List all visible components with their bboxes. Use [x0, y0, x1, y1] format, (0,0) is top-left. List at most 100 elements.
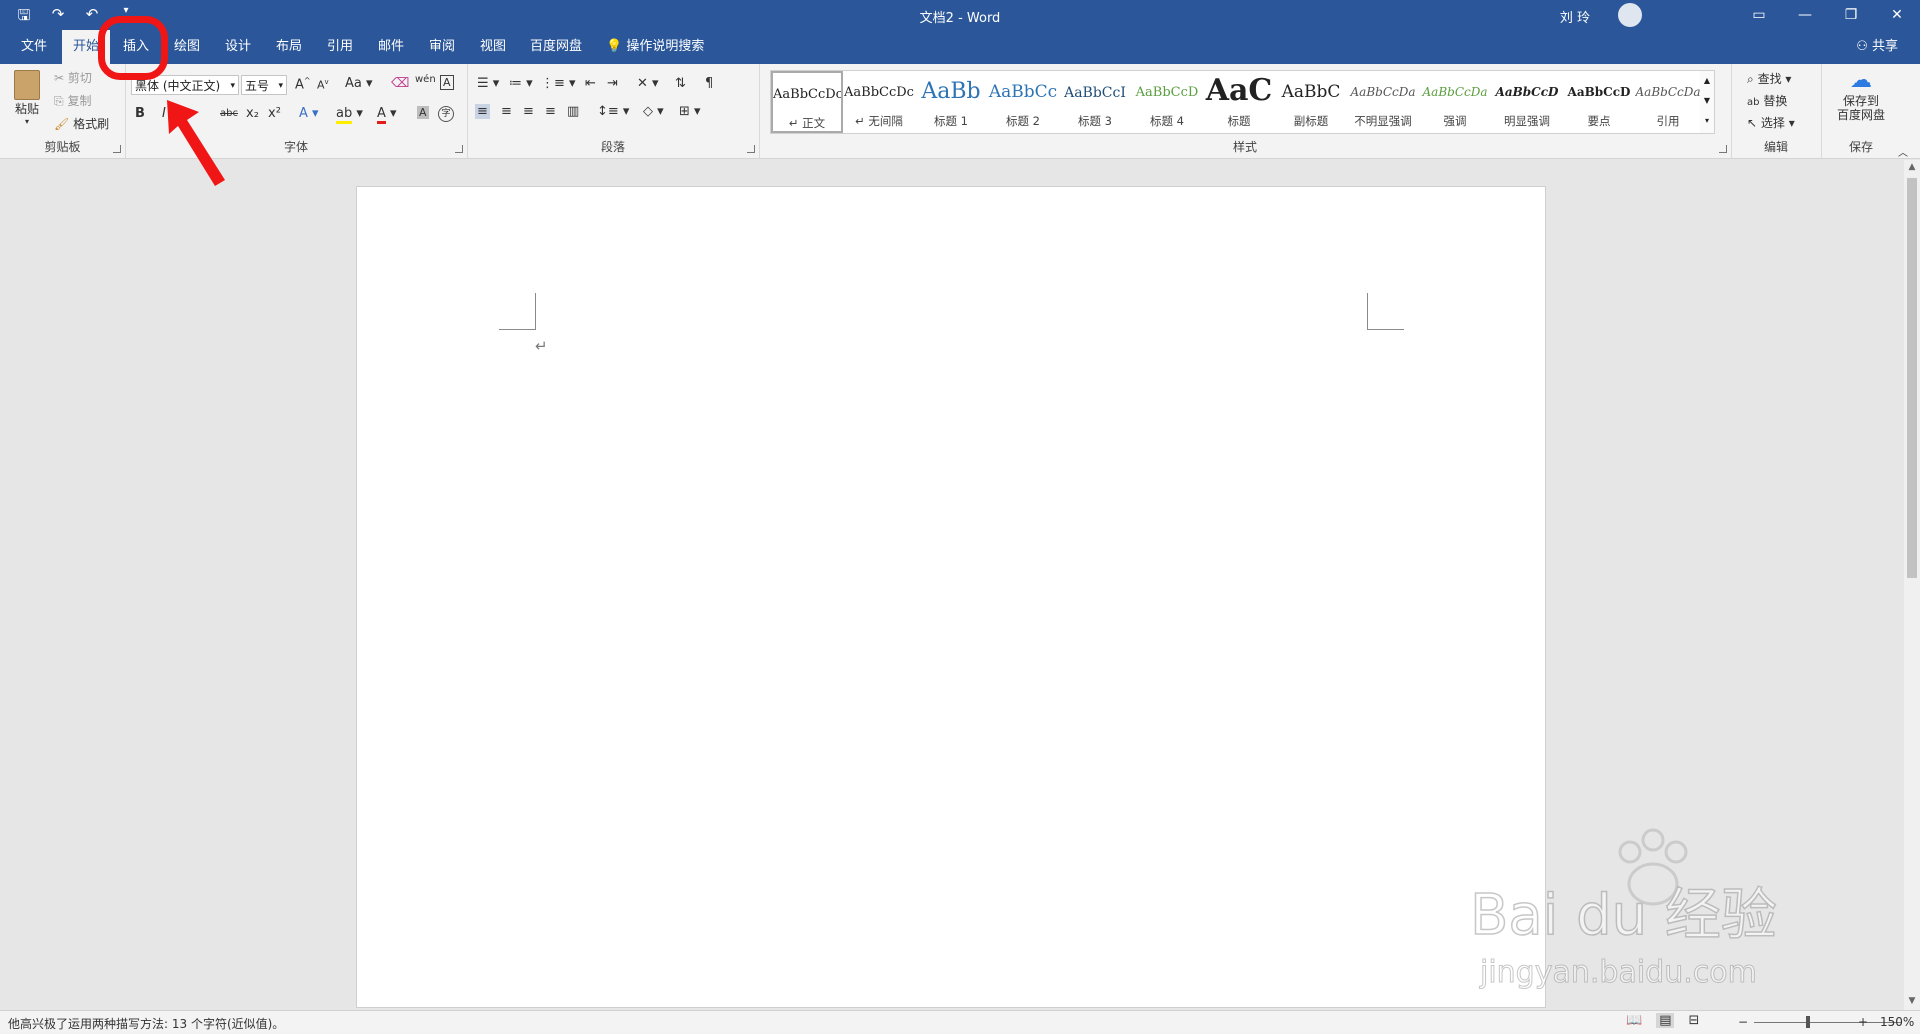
zoom-level[interactable]: 150% [1880, 1015, 1914, 1029]
save-to-netdisk-button[interactable]: ☁ 保存到 百度网盘 [1821, 68, 1901, 122]
style-subtle-emphasis[interactable]: AaBbCcDa 不明显强调 [1347, 71, 1419, 133]
align-right-icon[interactable]: ≡ [523, 104, 534, 119]
borders-icon[interactable]: ⊞ ▾ [679, 104, 701, 119]
expand-gallery-icon[interactable]: ▾ [1700, 111, 1714, 131]
style-name: ↵ 正文 [788, 116, 826, 130]
cut-button[interactable]: ✂ 剪切 [54, 69, 92, 86]
read-mode-icon[interactable]: 📖 [1626, 1013, 1642, 1028]
avatar[interactable] [1618, 3, 1642, 27]
close-icon[interactable]: ✕ [1874, 0, 1920, 30]
decrease-indent-icon[interactable]: ⇤ [585, 76, 596, 91]
collapse-ribbon-icon[interactable]: ︿ [1898, 144, 1908, 159]
asian-layout-icon[interactable]: ✕ ▾ [637, 76, 659, 91]
annotation-circle [98, 16, 168, 80]
tab-references[interactable]: 引用 [316, 30, 364, 64]
dialog-launcher-icon[interactable] [1719, 145, 1727, 153]
dialog-launcher-icon[interactable] [455, 145, 463, 153]
style-strong[interactable]: AaBbCcD 要点 [1563, 71, 1635, 133]
minimize-icon[interactable]: — [1782, 0, 1828, 30]
bold-icon[interactable]: B [135, 106, 145, 121]
align-left-icon[interactable]: ≡ [475, 104, 490, 119]
vertical-scrollbar[interactable]: ▲ ▼ [1904, 160, 1920, 1010]
tab-file[interactable]: 文件 [10, 30, 58, 64]
ribbon-display-icon[interactable]: ▭ [1736, 0, 1782, 30]
bullets-icon[interactable]: ☰ ▾ [477, 76, 499, 91]
shrink-font-icon[interactable]: Av [317, 78, 329, 92]
replace-button[interactable]: ab 替换 [1747, 92, 1787, 109]
style-no-spacing[interactable]: AaBbCcDc ↵ 无间隔 [843, 71, 915, 133]
select-button[interactable]: ↖ 选择 ▾ [1747, 114, 1795, 131]
text-effects-icon[interactable]: A ▾ [299, 106, 319, 121]
tell-me-search[interactable]: 💡 操作说明搜索 [606, 30, 704, 64]
shading-icon[interactable]: ◇ ▾ [643, 104, 664, 119]
character-border-icon[interactable]: A [440, 75, 454, 90]
numbering-icon[interactable]: ≔ ▾ [509, 76, 533, 91]
show-marks-icon[interactable]: ¶ [705, 76, 713, 91]
tab-design[interactable]: 设计 [214, 30, 262, 64]
tab-layout[interactable]: 布局 [265, 30, 313, 64]
sort-icon[interactable]: ⇅ [675, 76, 686, 91]
chevron-down-icon[interactable]: ▼ [1700, 91, 1714, 111]
format-painter-button[interactable]: 🖌 格式刷 [54, 115, 109, 132]
replace-label: 替换 [1763, 94, 1788, 108]
tab-draw[interactable]: 绘图 [163, 30, 211, 64]
style-preview: AaC [1205, 73, 1273, 108]
zoom-slider-knob[interactable] [1806, 1016, 1810, 1028]
style-heading-1[interactable]: AaBb 标题 1 [915, 71, 987, 133]
style-heading-4[interactable]: AaBbCcD 标题 4 [1131, 71, 1203, 133]
style-heading-3[interactable]: AaBbCcI 标题 3 [1059, 71, 1131, 133]
chevron-up-icon[interactable]: ▲ [1700, 71, 1714, 91]
font-color-icon[interactable]: A ▾ [377, 106, 397, 124]
tab-view[interactable]: 视图 [469, 30, 517, 64]
tab-review[interactable]: 审阅 [418, 30, 466, 64]
styles-gallery: AaBbCcDc ↵ 正文 AaBbCcDc ↵ 无间隔 AaBb 标题 1 AaBb… [770, 70, 1702, 134]
distributed-icon[interactable]: ▥ [567, 104, 579, 119]
character-shading-icon[interactable]: A [417, 106, 429, 119]
line-spacing-icon[interactable]: ↕≡ ▾ [597, 104, 629, 119]
scroll-thumb[interactable] [1907, 178, 1917, 578]
zoom-out-button[interactable]: − [1738, 1015, 1748, 1029]
share-button[interactable]: ⚇ 共享 [1856, 30, 1898, 64]
style-heading-2[interactable]: AaBbCc 标题 2 [987, 71, 1059, 133]
style-name: ↵ 无间隔 [855, 114, 903, 128]
clear-formatting-icon[interactable]: ⌫ [391, 76, 409, 91]
scroll-up-icon[interactable]: ▲ [1904, 162, 1920, 172]
subscript-icon[interactable]: x₂ [246, 106, 259, 121]
group-editing: ⌕ 查找 ▾ ab 替换 ↖ 选择 ▾ 编辑 [1731, 64, 1822, 158]
align-center-icon[interactable]: ≡ [501, 104, 512, 119]
paste-button[interactable]: 粘贴 ▾ [12, 70, 42, 126]
find-button[interactable]: ⌕ 查找 ▾ [1747, 70, 1791, 87]
tab-baidu-netdisk[interactable]: 百度网盘 [522, 30, 590, 64]
style-intense-emphasis[interactable]: AaBbCcD 明显强调 [1491, 71, 1563, 133]
grow-font-icon[interactable]: A^ [295, 76, 311, 92]
gallery-scroll[interactable]: ▲ ▼ ▾ [1700, 70, 1715, 134]
restore-icon[interactable]: ❐ [1828, 0, 1874, 30]
highlight-color-icon[interactable]: ab ▾ [336, 106, 363, 124]
copy-button[interactable]: ⎘ 复制 [54, 92, 91, 109]
justify-icon[interactable]: ≡ [545, 104, 556, 119]
dialog-launcher-icon[interactable] [747, 145, 755, 153]
enclose-characters-icon[interactable]: 字 [438, 106, 454, 122]
lightbulb-icon: 💡 [606, 39, 623, 54]
scroll-down-icon[interactable]: ▼ [1904, 996, 1920, 1006]
change-case-button[interactable]: Aa ▾ [345, 76, 373, 91]
print-layout-icon[interactable]: ▤ [1656, 1013, 1675, 1028]
multilevel-list-icon[interactable]: ⋮≡ ▾ [541, 76, 576, 91]
phonetic-guide-icon[interactable]: wén [415, 74, 436, 85]
increase-indent-icon[interactable]: ⇥ [607, 76, 618, 91]
style-subtitle[interactable]: AaBbC 副标题 [1275, 71, 1347, 133]
share-label: 共享 [1871, 39, 1898, 54]
tab-mailings[interactable]: 邮件 [367, 30, 415, 64]
group-clipboard: 粘贴 ▾ ✂ 剪切 ⎘ 复制 🖌 格式刷 剪贴板 [0, 64, 126, 158]
document-page[interactable] [356, 186, 1546, 1008]
web-layout-icon[interactable]: ⊟ [1688, 1013, 1699, 1028]
dialog-launcher-icon[interactable] [113, 145, 121, 153]
superscript-icon[interactable]: x² [268, 106, 281, 121]
style-normal[interactable]: AaBbCcDc ↵ 正文 [771, 71, 843, 133]
font-size-select[interactable]: 五号 ▾ [241, 75, 287, 95]
user-name[interactable]: 刘 玲 [1560, 7, 1590, 26]
style-title[interactable]: AaC 标题 [1203, 71, 1275, 133]
style-emphasis[interactable]: AaBbCcDa 强调 [1419, 71, 1491, 133]
style-quote[interactable]: AaBbCcDa 引用 [1635, 71, 1701, 133]
zoom-in-button[interactable]: + [1858, 1015, 1868, 1029]
